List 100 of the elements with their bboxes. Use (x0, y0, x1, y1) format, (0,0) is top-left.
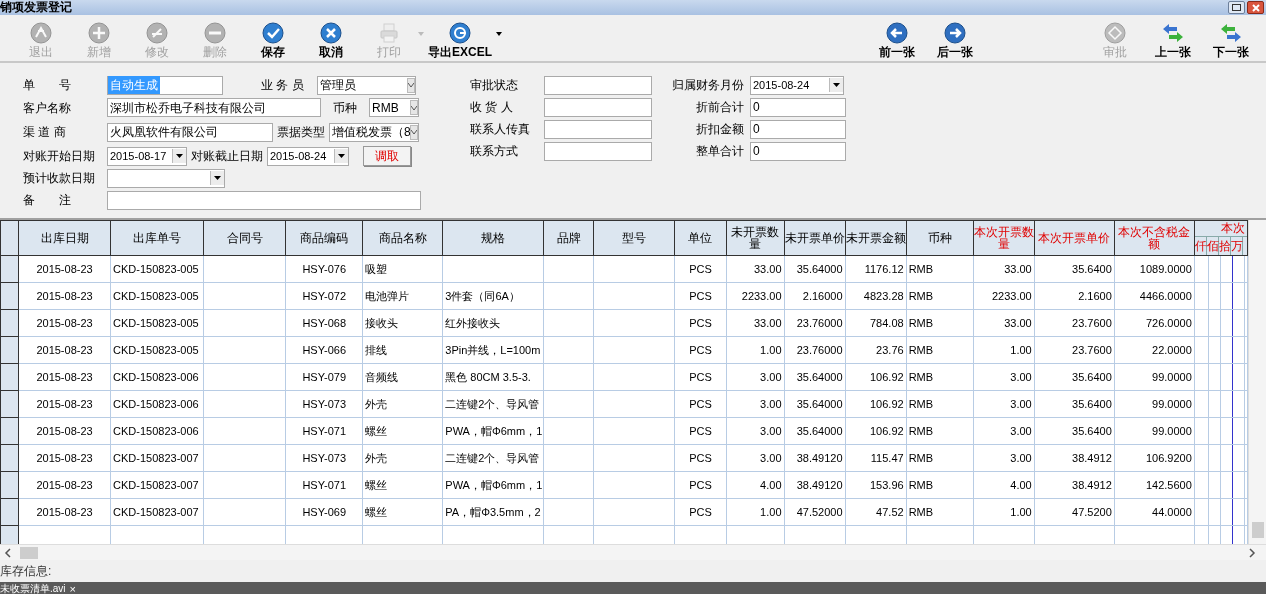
table-cell: CKD-150823-006 (110, 417, 204, 445)
column-header[interactable]: 品牌 (543, 220, 594, 256)
input-field[interactable]: 深圳市松乔电子科技有限公司 (107, 98, 321, 117)
column-header[interactable]: 合同号 (203, 220, 286, 256)
table-cell: PWA，帽Φ6mm，1 (442, 471, 544, 499)
toolbar-button[interactable]: 前一张 (868, 22, 926, 59)
field-label: 票据类型 (276, 124, 326, 141)
input-field[interactable]: 火凤凰软件有限公司 (107, 122, 273, 142)
input-field[interactable]: 0 (750, 119, 846, 139)
input-field[interactable] (107, 190, 421, 210)
table-cell: 106.9200 (1114, 444, 1195, 472)
scroll-right-icon[interactable] (1248, 547, 1256, 558)
column-header[interactable]: 出库单号 (110, 220, 204, 256)
date-field[interactable] (107, 168, 225, 188)
date-field[interactable]: 2015-08-24 (750, 75, 844, 95)
row-header-cell[interactable] (0, 309, 19, 337)
row-header-cell[interactable] (0, 444, 19, 472)
swap-arrows-icon (1161, 22, 1185, 44)
close-button[interactable] (1247, 1, 1264, 14)
column-header[interactable]: 仟 (1195, 237, 1207, 255)
row-header-cell[interactable] (0, 255, 19, 283)
column-header[interactable]: 万 (1230, 237, 1243, 255)
toolbar-button[interactable]: 导出EXCEL (424, 22, 496, 59)
row-header-cell[interactable] (0, 363, 19, 391)
table-cell: PA，帽Φ3.5mm，2 (442, 498, 544, 526)
toolbar-button[interactable]: 取消 (302, 22, 360, 59)
minus-icon (204, 22, 226, 44)
field-label: 渠 道 商 (23, 124, 67, 141)
column-header[interactable]: 规格 (442, 220, 544, 256)
column-header[interactable]: 单位 (674, 220, 726, 256)
field-label: 客户名称 (23, 99, 72, 117)
table-cell: 35.6400 (1034, 417, 1115, 445)
column-header[interactable]: 型号 (593, 220, 675, 256)
date-field[interactable]: 2015-08-17 (107, 146, 187, 166)
scrollbar-thumb[interactable] (20, 546, 38, 559)
toolbar-button[interactable]: 后一张 (926, 22, 984, 59)
table-cell: PWA，帽Φ6mm，1 (442, 417, 544, 445)
row-header-cell[interactable] (0, 498, 19, 526)
scroll-left-icon[interactable] (4, 547, 12, 558)
horizontal-scrollbar[interactable] (0, 544, 1266, 560)
column-header[interactable]: 出库日期 (18, 220, 111, 256)
fetch-button[interactable]: 调取 (363, 146, 411, 166)
input-field[interactable] (543, 97, 652, 117)
row-header-cell[interactable] (0, 417, 19, 445)
table-cell: 2015-08-23 (18, 363, 111, 391)
column-header[interactable]: 未开票单价 (784, 220, 846, 256)
input-field[interactable] (543, 141, 652, 161)
vertical-scrollbar[interactable] (1248, 220, 1266, 544)
column-header[interactable]: 币种 (906, 220, 974, 256)
field-label: 联系人传真 (470, 121, 531, 138)
input-field[interactable]: 0 (750, 97, 846, 117)
column-header[interactable]: 本次 (1195, 221, 1247, 236)
table-cell: 4466.0000 (1114, 282, 1195, 310)
cancel-icon (320, 22, 342, 44)
column-header[interactable]: 本次不含税金额 (1114, 220, 1195, 256)
row-header-cell[interactable] (0, 471, 19, 499)
table-cell: HSY-069 (285, 498, 363, 526)
column-header[interactable]: 佰 (1206, 237, 1219, 255)
column-header[interactable]: 未开票金额 (845, 220, 907, 256)
column-header[interactable]: 拾 (1218, 237, 1231, 255)
column-header[interactable]: 商品编码 (285, 220, 363, 256)
field-label: 币种 (332, 99, 358, 117)
table-cell: 螺丝 (362, 471, 443, 499)
toolbar-button[interactable]: 下一张 (1202, 22, 1260, 59)
table-cell: 2015-08-23 (18, 309, 111, 337)
table-cell: 二连键2个、导风管 (442, 390, 544, 418)
date-field[interactable]: 2015-08-24 (267, 146, 349, 166)
table-cell: 电池弹片 (362, 282, 443, 310)
close-icon (1251, 3, 1260, 12)
row-header-cell[interactable] (0, 336, 19, 364)
table-cell: CKD-150823-007 (110, 471, 204, 499)
select-field[interactable]: 管理员 (317, 75, 416, 95)
table-cell: CKD-150823-005 (110, 309, 204, 337)
restore-button[interactable] (1228, 1, 1245, 14)
input-field[interactable] (543, 119, 652, 139)
scrollbar-thumb[interactable] (1251, 522, 1264, 538)
table-cell: RMB (906, 336, 974, 364)
taskbar-file-label[interactable]: 未收票清单.avi (0, 582, 66, 594)
row-header-cell[interactable] (0, 390, 19, 418)
table-cell: 音频线 (362, 363, 443, 391)
select-field[interactable]: RMB (369, 98, 419, 117)
toolbar-button[interactable]: 上一张 (1144, 22, 1202, 59)
table-cell: 2015-08-23 (18, 498, 111, 526)
row-header-cell[interactable] (0, 282, 19, 310)
column-header[interactable]: 商品名称 (362, 220, 443, 256)
table-cell: 47.5200 (1034, 498, 1115, 526)
column-header[interactable]: 本次开票单价 (1034, 220, 1115, 256)
field-label: 预计收款日期 (23, 170, 96, 187)
table-cell: 38.4912 (1034, 471, 1115, 499)
column-header[interactable]: 未开票数量 (726, 220, 785, 256)
toolbar-button[interactable]: 保存 (244, 22, 302, 59)
taskbar-close-button[interactable]: × (69, 582, 76, 594)
table-cell: 2015-08-23 (18, 390, 111, 418)
input-field[interactable] (543, 75, 652, 95)
table-cell: RMB (906, 417, 974, 445)
input-field[interactable]: 0 (750, 141, 846, 161)
field-label: 审批状态 (470, 77, 519, 94)
column-header[interactable]: 本次开票数量 (973, 220, 1035, 256)
table-cell: CKD-150823-007 (110, 444, 204, 472)
select-field[interactable]: 增值税发票（8 (329, 122, 419, 142)
